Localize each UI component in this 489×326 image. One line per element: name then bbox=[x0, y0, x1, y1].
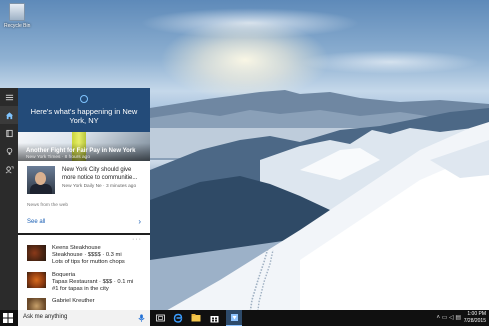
restaurant-tip: #1 for tapas in the city bbox=[52, 286, 109, 292]
taskbar: Ask me anything ˄ ▭ ◁ ▤ 1:00 PM 7/28/201… bbox=[0, 310, 489, 326]
volume-icon[interactable]: ◁ bbox=[449, 315, 454, 321]
lightbulb-icon[interactable] bbox=[0, 142, 18, 160]
see-all-link[interactable]: See all bbox=[27, 219, 45, 225]
cortana-panel: Here's what's happening in New York, NY … bbox=[18, 88, 150, 310]
network-icon[interactable]: ▭ bbox=[442, 315, 448, 321]
restaurant-thumbnail bbox=[27, 272, 46, 288]
more-options-icon[interactable]: ··· bbox=[132, 236, 142, 243]
clock[interactable]: 1:00 PM 7/28/2015 bbox=[464, 311, 486, 325]
home-icon[interactable] bbox=[0, 106, 18, 124]
task-view-icon[interactable] bbox=[152, 310, 168, 326]
top-story-meta: New York Times · 8 hours ago bbox=[26, 155, 90, 160]
chevron-right-icon[interactable]: › bbox=[138, 217, 141, 226]
edge-browser-icon[interactable] bbox=[170, 310, 186, 326]
clock-date: 7/28/2015 bbox=[463, 318, 486, 324]
restaurant-thumbnail bbox=[27, 245, 46, 261]
restaurant-name[interactable]: Boqueria bbox=[52, 272, 75, 278]
system-tray[interactable]: ˄ ▭ ◁ ▤ bbox=[437, 314, 462, 321]
news-thumbnail bbox=[27, 166, 55, 194]
microphone-icon[interactable] bbox=[137, 313, 146, 323]
cortana-ring-icon bbox=[80, 95, 88, 103]
restaurant-thumbnail bbox=[27, 298, 46, 310]
windows-start-icon[interactable] bbox=[3, 313, 13, 323]
news-meta: New York Daily Ne · 3 minutes ago bbox=[62, 184, 137, 189]
cortana-header: Here's what's happening in New York, NY bbox=[18, 88, 150, 132]
notebook-icon[interactable] bbox=[0, 124, 18, 142]
top-story-title: Another Fight for Fair Pay in New York bbox=[26, 148, 136, 154]
restaurant-details: Steakhouse · $$$$ · 0.3 mi bbox=[52, 252, 122, 258]
news-headline-link[interactable]: New York City should give more notice to… bbox=[62, 167, 146, 182]
cortana-heading: Here's what's happening in New York, NY bbox=[30, 107, 138, 125]
file-explorer-icon[interactable] bbox=[188, 310, 204, 326]
notifications-icon[interactable]: ▤ bbox=[455, 315, 461, 321]
restaurant-name[interactable]: Keens Steakhouse bbox=[52, 245, 101, 251]
pinned-app-icon[interactable] bbox=[226, 310, 242, 326]
news-card: New York City should give more notice to… bbox=[18, 161, 150, 235]
recycle-bin[interactable]: Recycle Bin bbox=[4, 3, 30, 29]
cortana-rail bbox=[0, 88, 18, 310]
feedback-icon[interactable] bbox=[0, 160, 18, 178]
search-placeholder: Ask me anything bbox=[23, 314, 68, 320]
top-story-card[interactable]: Another Fight for Fair Pay in New York N… bbox=[18, 132, 150, 161]
recycle-bin-label: Recycle Bin bbox=[4, 23, 31, 29]
recycle-bin-icon bbox=[9, 3, 25, 21]
clock-time: 1:00 PM bbox=[467, 311, 486, 317]
store-icon[interactable] bbox=[206, 310, 222, 326]
restaurants-card: ··· Keens Steakhouse Steakhouse · $$$$ ·… bbox=[18, 235, 150, 310]
news-source-note: News from the web bbox=[27, 203, 69, 208]
restaurant-tip: Lots of tips for mutton chops bbox=[52, 259, 125, 265]
chevron-up-icon[interactable]: ˄ bbox=[437, 315, 441, 321]
search-input[interactable]: Ask me anything bbox=[18, 310, 150, 326]
restaurant-name[interactable]: Gabriel Kreuther bbox=[52, 298, 95, 304]
hamburger-menu-icon[interactable] bbox=[0, 88, 18, 106]
restaurant-details: Tapas Restaurant · $$$ · 0.1 mi bbox=[52, 279, 134, 285]
